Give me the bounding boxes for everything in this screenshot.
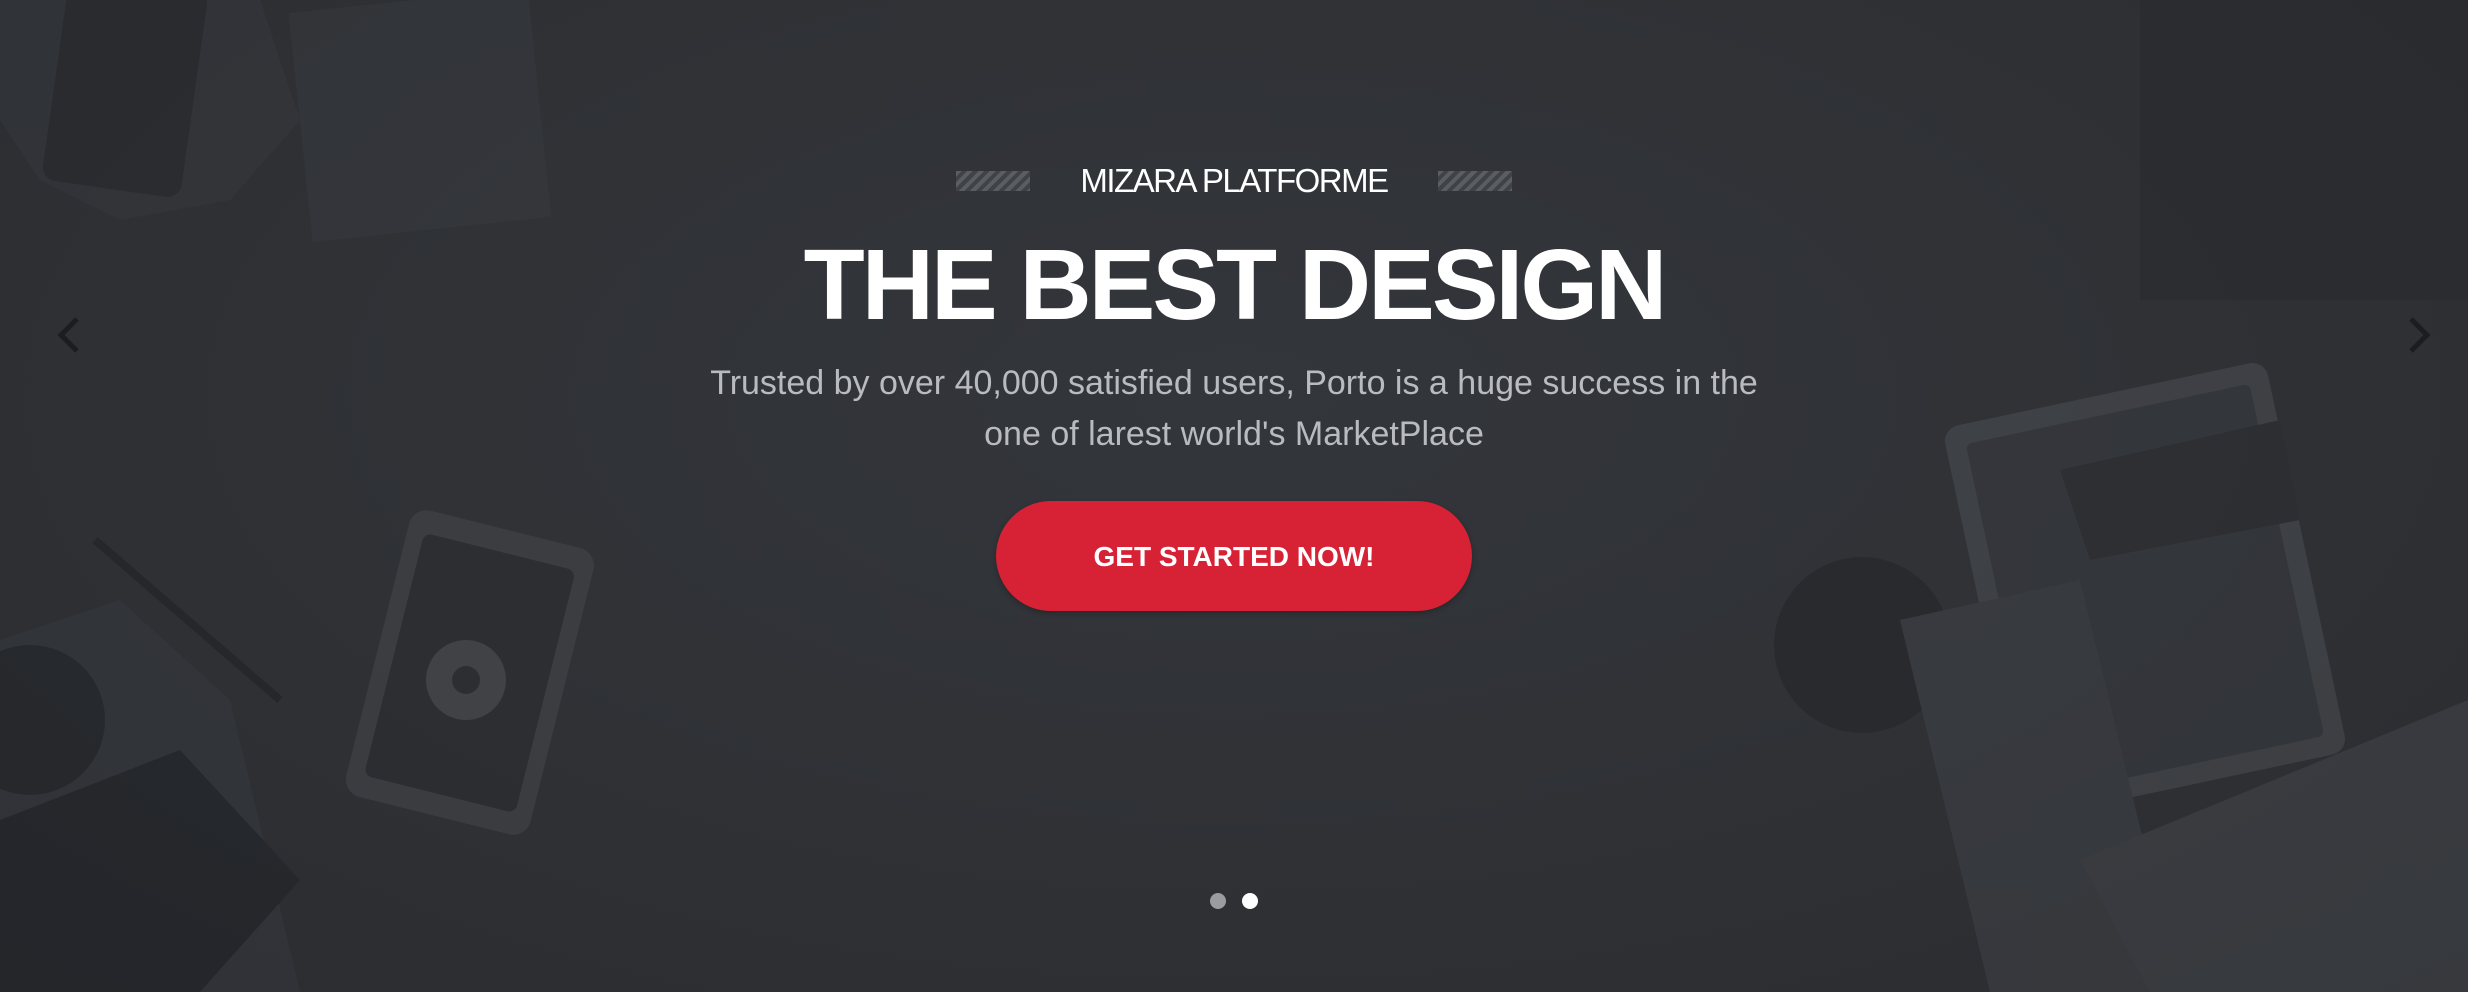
hero-headline: THE BEST DESIGN <box>803 229 1668 341</box>
slider-dot-2[interactable] <box>1242 893 1258 909</box>
slider-pagination <box>0 893 2468 909</box>
hero-slider: MIZARA PLATFORME THE BEST DESIGN Trusted… <box>0 0 2468 992</box>
slider-dot-1[interactable] <box>1210 893 1226 909</box>
stripe-decoration-left <box>956 171 1031 191</box>
stripe-decoration-right <box>1437 171 1512 191</box>
hero-subtitle-line2: one of larest world's MarketPlace <box>984 415 1484 453</box>
hero-subtitle: Trusted by over 40,000 satisfied users, … <box>684 358 1784 460</box>
eyebrow-row: MIZARA PLATFORME <box>0 150 2468 212</box>
hero-content: MIZARA PLATFORME THE BEST DESIGN Trusted… <box>0 150 2468 611</box>
get-started-button[interactable]: GET STARTED NOW! <box>996 501 1472 611</box>
hero-subtitle-line1: Trusted by over 40,000 satisfied users, … <box>710 364 1758 402</box>
eyebrow-text: MIZARA PLATFORME <box>1080 162 1389 199</box>
